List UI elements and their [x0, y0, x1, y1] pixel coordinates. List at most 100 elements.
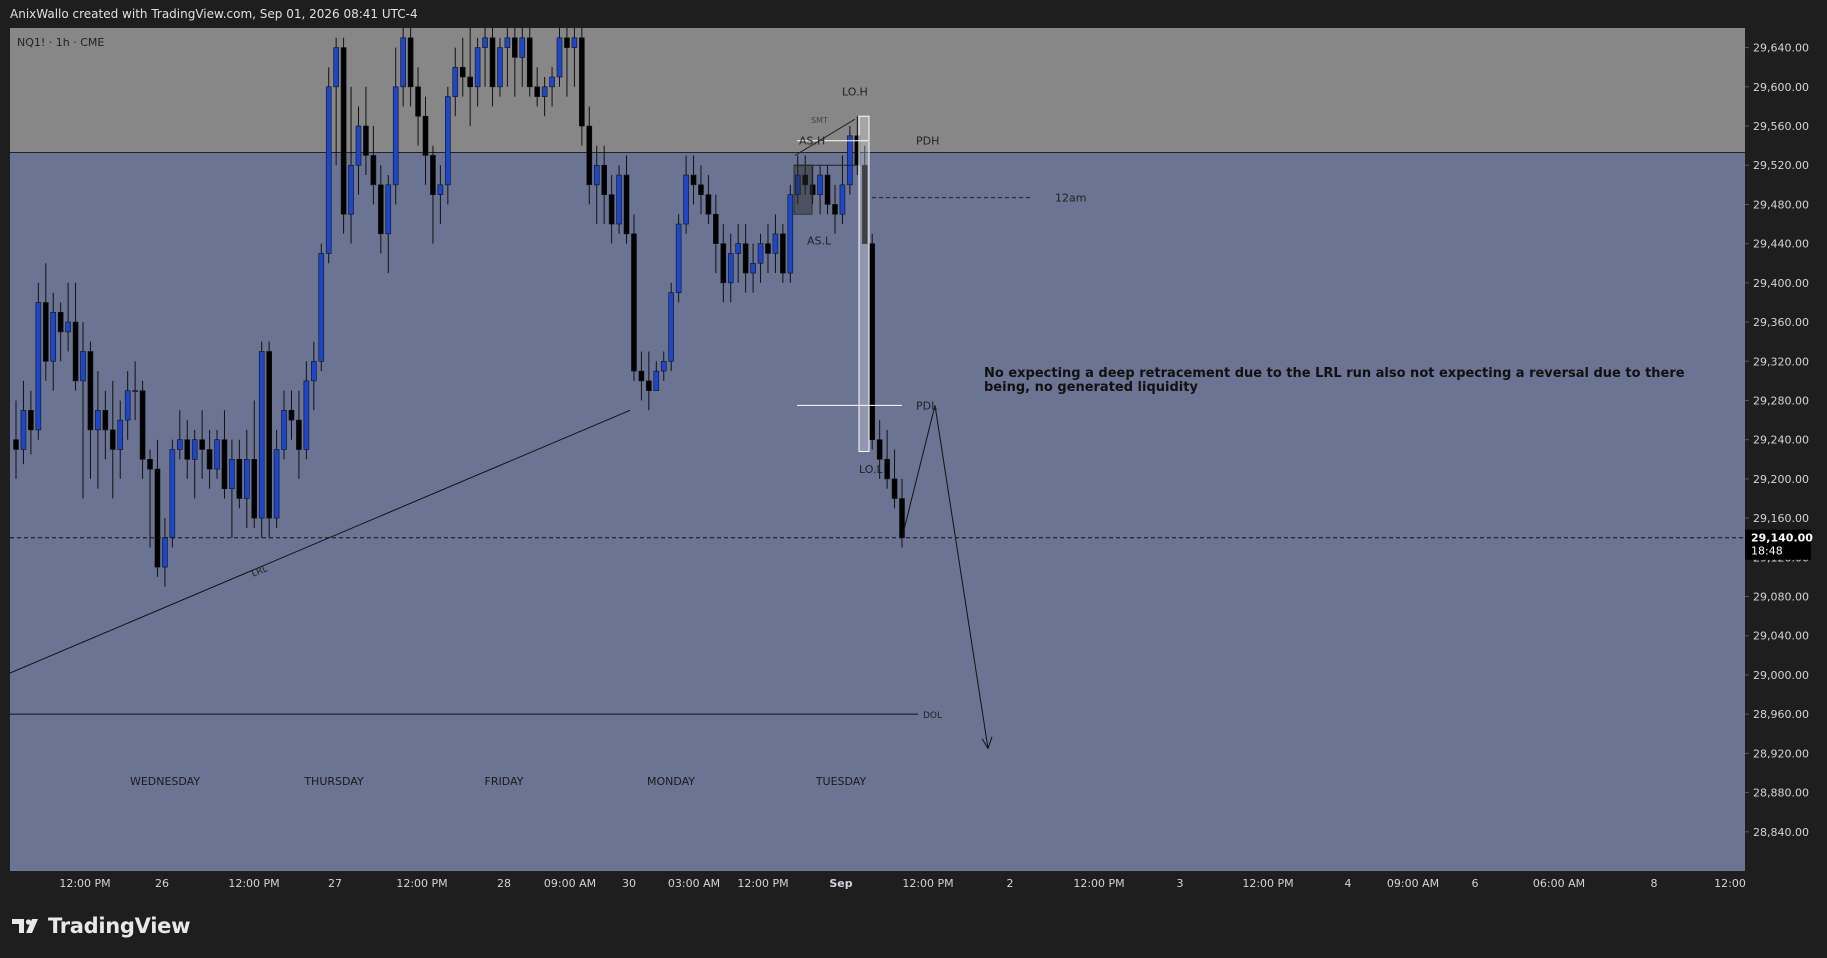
time-tick-label: 30 [622, 877, 636, 890]
pdh-label: PDH [916, 135, 939, 148]
price-chart[interactable]: 29,640.00 29,600.00 29,560.00 29,520.00 29,4… [10, 28, 1817, 898]
price-tick-label: 28,840.00 [1753, 826, 1809, 839]
price-tick-label: 29,600.00 [1753, 81, 1809, 94]
candle-body [378, 184, 384, 235]
tradingview-logo[interactable]: TradingView [12, 914, 190, 938]
candle-body [132, 390, 138, 392]
candle-body [705, 194, 712, 215]
price-tick-label: 29,400.00 [1753, 277, 1809, 290]
time-tick-label: 06:00 AM [1533, 877, 1585, 890]
candle-body [415, 86, 421, 117]
top-bar: AnixWallo created with TradingView.com, … [0, 0, 1827, 28]
dol-label: DOL [923, 711, 942, 721]
time-tick-label: 09:00 AM [1387, 877, 1439, 890]
time-tick-label: 27 [328, 877, 342, 890]
candle-body [363, 125, 369, 156]
time-tick-label: 4 [1345, 877, 1352, 890]
symbol-label[interactable]: NQ1! · 1h · CME [17, 36, 104, 49]
candle-body [646, 380, 652, 391]
day-label: THURSDAY [303, 775, 364, 788]
candle-body [296, 419, 302, 450]
candle-body [251, 459, 258, 519]
time-tick-label: 12:00 PM [737, 877, 788, 890]
candle-body [876, 439, 883, 460]
candle-body [57, 311, 64, 333]
candle-body [668, 292, 674, 362]
candle-body [549, 76, 555, 88]
candle-body [593, 164, 600, 186]
candle-body [117, 419, 124, 450]
candle-body [504, 37, 511, 48]
candle-body [318, 253, 325, 362]
candle-body [556, 37, 563, 78]
time-tick-label: 12:00 PM [59, 877, 110, 890]
candle-body [139, 390, 146, 460]
candle-body [817, 174, 823, 195]
candle-body [601, 164, 607, 195]
asia-low-label: AS.L [807, 235, 832, 248]
candle-body [869, 243, 876, 440]
candle-body [214, 439, 220, 470]
time-tick-label: 8 [1651, 877, 1658, 890]
candle-body [348, 164, 354, 215]
candle-body [273, 449, 280, 519]
time-tick-label: 09:00 AM [544, 877, 596, 890]
candle-body [690, 174, 697, 186]
bar-countdown: 18:48 [1751, 545, 1783, 558]
candle-body [683, 174, 689, 225]
candle-body [720, 243, 727, 284]
candle-body [184, 439, 191, 460]
candle-body [780, 233, 786, 274]
time-tick-label: 12:00 PM [1242, 877, 1293, 890]
candle-body [162, 537, 168, 568]
candle-body [422, 115, 429, 156]
candle-body [258, 351, 265, 519]
candle-body [311, 360, 317, 382]
candle-body [169, 449, 176, 539]
time-tick-label: 03:00 AM [668, 877, 720, 890]
candle-body [586, 125, 593, 186]
time-tick-label: 3 [1177, 877, 1184, 890]
lo-high-label: LO.H [842, 86, 868, 99]
price-tick-label: 29,240.00 [1753, 434, 1809, 447]
candle-body [653, 370, 660, 391]
candle-body [474, 47, 481, 88]
time-tick-label: 12:00 PM [1073, 877, 1124, 890]
time-tick-label: 12:00 PM [228, 877, 279, 890]
candle-body [281, 409, 287, 450]
candle-body [42, 302, 49, 362]
candle-body [489, 37, 496, 88]
candle-body [392, 86, 399, 186]
candle-body [832, 204, 838, 215]
candle-body [35, 302, 42, 431]
candle-body [229, 459, 235, 490]
candle-body [13, 439, 19, 450]
candle-body [497, 47, 503, 88]
candle-body [20, 409, 27, 450]
candle-body [847, 135, 853, 186]
day-label: FRIDAY [485, 775, 524, 788]
day-label: WEDNESDAY [130, 775, 200, 788]
candle-body [244, 459, 250, 499]
candle-body [340, 47, 347, 215]
day-label: MONDAY [647, 775, 695, 788]
candle-body [772, 233, 779, 254]
price-tick-label: 28,920.00 [1753, 747, 1809, 760]
candle-body [191, 439, 198, 460]
candle-body [303, 380, 310, 450]
candle-body [787, 194, 794, 274]
candle-body [579, 37, 585, 127]
candle-body [750, 262, 756, 274]
candle-body [564, 37, 570, 48]
candle-body [512, 37, 518, 58]
candle-body [698, 184, 704, 195]
candle-body [452, 66, 459, 97]
candle-body [333, 47, 339, 88]
price-tick-label: 29,480.00 [1753, 198, 1809, 211]
candle-body [87, 351, 94, 431]
candle-body [541, 86, 548, 97]
candle-body [437, 184, 444, 195]
price-tick-label: 29,440.00 [1753, 238, 1809, 251]
candle-body [459, 66, 466, 78]
candle-body [757, 243, 764, 264]
